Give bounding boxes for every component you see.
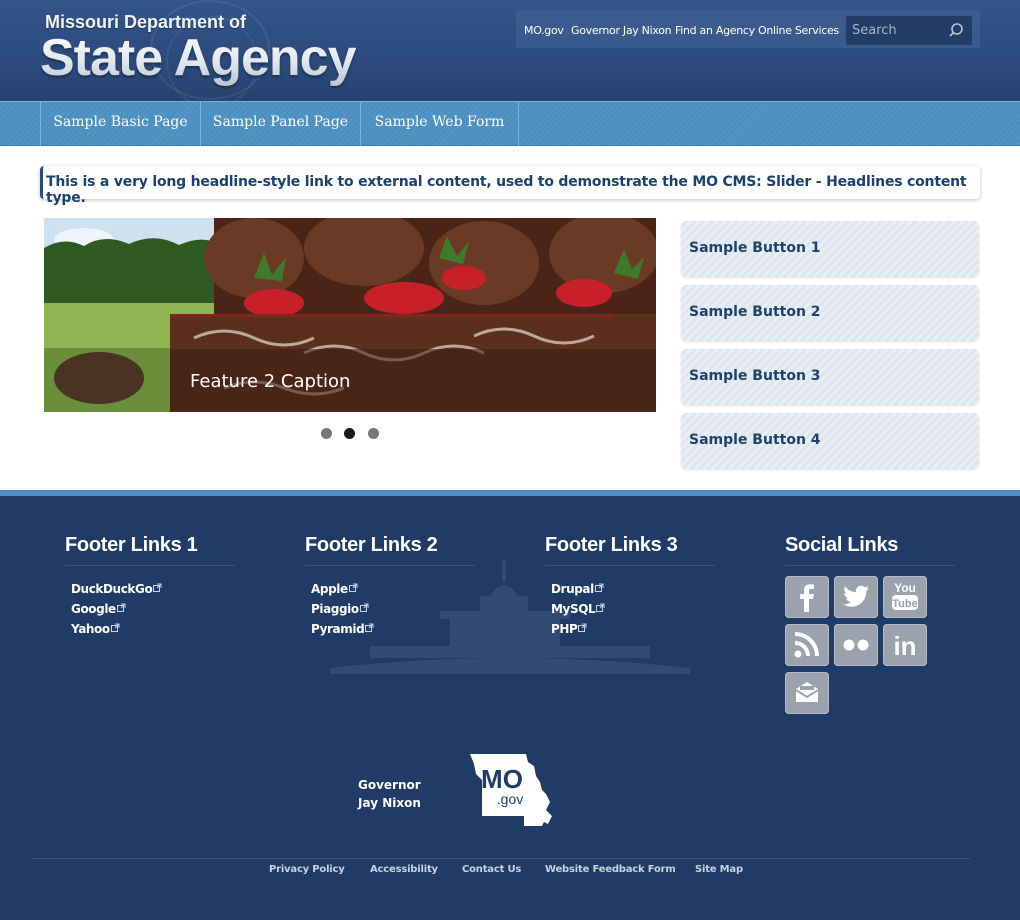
external-link-icon [116, 603, 126, 612]
footer-column-3-title: Footer Links 3 [545, 534, 715, 566]
footer-column-3: Footer Links 3 Drupal MySQL PHP [545, 534, 715, 640]
footer-column-2-title: Footer Links 2 [305, 534, 475, 566]
utility-nav: MO.gov Governor Jay Nixon Find an Agency… [516, 10, 980, 48]
headline-link[interactable]: This is a very long headline-style link … [46, 174, 980, 206]
utility-link-find-agency[interactable]: Find an Agency [675, 24, 755, 37]
site-footer: Footer Links 1 DuckDuckGo Google Yahoo F… [0, 496, 1020, 920]
search-box [846, 16, 972, 45]
sample-button-4[interactable]: Sample Button 4 [681, 413, 979, 469]
nav-item-basic-page[interactable]: Sample Basic Page [40, 102, 200, 146]
email-icon[interactable] [785, 672, 829, 714]
footer-divider [32, 858, 970, 859]
svg-text:You: You [894, 581, 916, 595]
linkedin-icon[interactable]: in [883, 624, 927, 666]
slider-dot-2[interactable] [344, 428, 355, 439]
slider-pager [321, 428, 381, 440]
main-nav: Sample Basic Page Sample Panel Page Samp… [0, 101, 1020, 146]
legal-link-contact[interactable]: Contact Us [462, 864, 521, 875]
footer-link-yahoo[interactable]: Yahoo [71, 622, 120, 636]
slider-dot-3[interactable] [368, 428, 379, 439]
search-input[interactable] [846, 16, 942, 45]
footer-column-1: Footer Links 1 DuckDuckGo Google Yahoo [65, 534, 235, 640]
legal-link-feedback[interactable]: Website Feedback Form [545, 864, 676, 875]
sample-button-3[interactable]: Sample Button 3 [681, 349, 979, 405]
site-header: Missouri Department of State Agency MO.g… [0, 0, 1020, 101]
legal-link-privacy[interactable]: Privacy Policy [269, 864, 345, 875]
footer-link-pyramid[interactable]: Pyramid [311, 622, 374, 636]
external-link-icon [596, 603, 605, 612]
footer-link-piaggio[interactable]: Piaggio [311, 602, 369, 616]
svg-text:Tube: Tube [892, 598, 917, 610]
slider-caption: Feature 2 Caption [170, 349, 656, 412]
external-link-icon [348, 583, 358, 592]
external-link-icon [365, 623, 374, 632]
footer-link-drupal[interactable]: Drupal [551, 582, 604, 596]
footer-link-php[interactable]: PHP [551, 622, 587, 636]
utility-link-mogov[interactable]: MO.gov [524, 24, 564, 37]
facebook-icon[interactable] [785, 576, 829, 618]
nav-item-web-form[interactable]: Sample Web Form [360, 102, 519, 146]
youtube-icon[interactable]: You Tube [883, 576, 927, 618]
svg-text:in: in [893, 631, 916, 661]
sample-button-1-label: Sample Button 1 [689, 240, 821, 256]
governor-link[interactable]: Governor Jay Nixon [358, 776, 438, 812]
footer-link-google[interactable]: Google [71, 602, 126, 616]
governor-line-2: Jay Nixon [358, 796, 421, 810]
footer-link-apple[interactable]: Apple [311, 582, 358, 596]
footer-link-duckduckgo[interactable]: DuckDuckGo [71, 582, 162, 596]
external-link-icon [153, 583, 162, 592]
nav-item-panel-page[interactable]: Sample Panel Page [200, 102, 360, 146]
logo-title[interactable]: State Agency [40, 28, 357, 88]
rss-icon[interactable] [785, 624, 829, 666]
slider-dot-1[interactable] [321, 428, 332, 439]
sample-button-1[interactable]: Sample Button 1 [681, 221, 979, 277]
utility-link-online-services[interactable]: Online Services [758, 24, 839, 37]
governor-line-1: Governor [358, 778, 421, 792]
social-links: You Tube in [785, 576, 935, 716]
footer-column-2: Footer Links 2 Apple Piaggio Pyramid [305, 534, 475, 640]
mo-gov-logo[interactable]: MO .gov [466, 752, 556, 830]
social-links-title: Social Links [785, 534, 955, 566]
sample-button-3-label: Sample Button 3 [689, 368, 821, 384]
footer-social-column: Social Links [785, 534, 955, 566]
external-link-icon [594, 583, 604, 592]
flickr-icon[interactable] [834, 624, 878, 666]
legal-link-accessibility[interactable]: Accessibility [370, 864, 438, 875]
svg-text:.gov: .gov [497, 791, 523, 807]
sample-button-2[interactable]: Sample Button 2 [681, 285, 979, 341]
sample-button-2-label: Sample Button 2 [689, 304, 821, 320]
headline-bar: This is a very long headline-style link … [40, 166, 980, 206]
sample-button-4-label: Sample Button 4 [689, 432, 821, 448]
external-link-icon [578, 623, 587, 632]
search-icon[interactable] [948, 22, 964, 38]
twitter-icon[interactable] [834, 576, 878, 618]
utility-link-governor[interactable]: Governor Jay Nixon [571, 24, 672, 37]
external-link-icon [359, 603, 369, 612]
footer-column-1-title: Footer Links 1 [65, 534, 235, 566]
legal-link-sitemap[interactable]: Site Map [695, 864, 743, 875]
slider-caption-text: Feature 2 Caption [190, 371, 351, 392]
svg-text:MO: MO [481, 764, 523, 794]
external-link-icon [110, 623, 120, 632]
footer-link-mysql[interactable]: MySQL [551, 602, 605, 616]
